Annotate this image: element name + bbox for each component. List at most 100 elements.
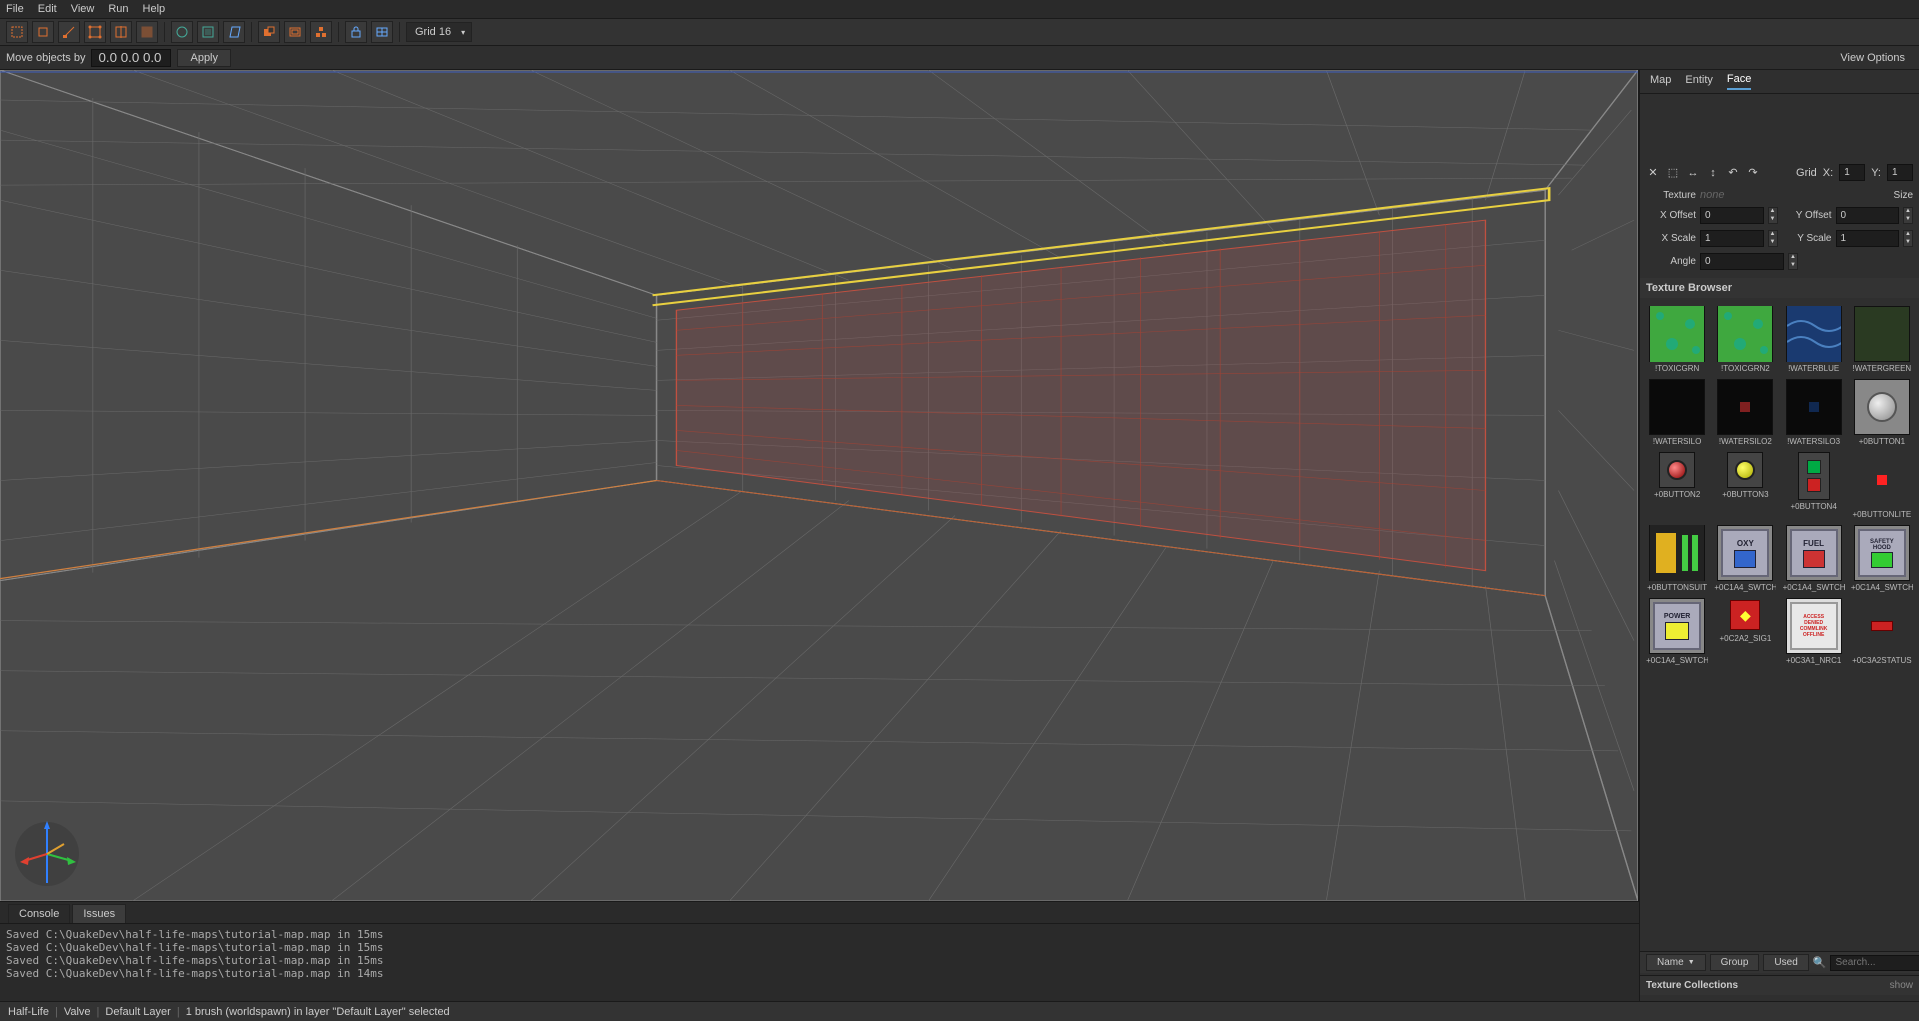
texture-swatch [1798, 452, 1830, 500]
texture-item[interactable]: !WATERSILO2 [1714, 379, 1776, 446]
tool-csg-hollow[interactable] [284, 21, 306, 43]
texture-item[interactable]: +0C3A2STATUS [1851, 598, 1913, 665]
texture-label: +0C1A4_SWTCH4 [1851, 583, 1913, 592]
reset-uv-icon[interactable]: ✕ [1646, 166, 1660, 180]
texture-search-input[interactable] [1830, 955, 1919, 971]
texture-item[interactable]: +0BUTTON1 [1851, 379, 1913, 446]
tool-vertex[interactable] [84, 21, 106, 43]
tool-texture-lock[interactable] [345, 21, 367, 43]
grid-x-label: X: [1823, 167, 1833, 179]
texture-item[interactable]: !WATERSILO [1646, 379, 1708, 446]
tool-scale[interactable] [197, 21, 219, 43]
tab-issues[interactable]: Issues [72, 904, 126, 923]
tool-csg-intersect[interactable] [310, 21, 332, 43]
texture-label: +0BUTTON4 [1790, 502, 1836, 511]
yoffset-spinner[interactable]: ▲▼ [1903, 207, 1913, 224]
sort-used-button[interactable]: Used [1763, 954, 1808, 971]
yoffset-label: Y Offset [1782, 210, 1832, 221]
texture-item[interactable]: !WATERSILO3 [1783, 379, 1845, 446]
axis-gizmo[interactable] [12, 819, 82, 889]
texture-item[interactable]: +0BUTTON4 [1783, 452, 1845, 519]
tool-shear[interactable] [223, 21, 245, 43]
yscale-spinner[interactable]: ▲▼ [1903, 230, 1913, 247]
sort-name-button[interactable]: Name▼ [1646, 954, 1706, 971]
apply-button[interactable]: Apply [177, 49, 231, 67]
tool-rotate[interactable] [171, 21, 193, 43]
texture-item[interactable]: +0BUTTONSUIT [1646, 525, 1708, 592]
texture-item[interactable]: !TOXICGRN2 [1714, 306, 1776, 373]
menu-view[interactable]: View [71, 3, 95, 15]
tool-face[interactable] [136, 21, 158, 43]
status-bar: Half-Life| Valve| Default Layer| 1 brush… [0, 1001, 1919, 1021]
grid-size-dropdown[interactable]: Grid 16 [406, 22, 472, 42]
menu-edit[interactable]: Edit [38, 3, 57, 15]
fit-v-icon[interactable]: ↕ [1706, 166, 1720, 180]
tool-clip[interactable] [58, 21, 80, 43]
yoffset-input[interactable] [1836, 207, 1900, 224]
console-panel: Console Issues Saved C:\QuakeDev\half-li… [0, 901, 1639, 1001]
angle-input[interactable] [1700, 253, 1784, 270]
sub-toolbar: Move objects by Apply View Options [0, 46, 1919, 70]
texture-collections-header[interactable]: Texture Collectionsshow [1640, 975, 1919, 995]
xscale-spinner[interactable]: ▲▼ [1768, 230, 1778, 247]
texture-label: !WATERSILO3 [1787, 437, 1840, 446]
texture-label: Texture [1646, 190, 1696, 201]
texture-item[interactable]: +0BUTTONLITE [1851, 452, 1913, 519]
angle-spinner[interactable]: ▲▼ [1788, 253, 1798, 270]
tab-face[interactable]: Face [1727, 73, 1751, 90]
texture-item[interactable]: !WATERGREEN [1851, 306, 1913, 373]
move-objects-input[interactable] [91, 49, 171, 67]
texture-item[interactable]: POWER+0C1A4_SWTCH5 [1646, 598, 1708, 665]
xscale-input[interactable] [1700, 230, 1764, 247]
align-icon[interactable]: ⬚ [1666, 166, 1680, 180]
tool-uv-lock[interactable] [371, 21, 393, 43]
texture-swatch [1727, 452, 1763, 488]
texture-item[interactable]: ACCESSDENIEDCOMMLINKOFFLINE+0C3A1_NRC1 [1783, 598, 1845, 665]
texture-item[interactable]: +0BUTTON3 [1714, 452, 1776, 519]
console-output[interactable]: Saved C:\QuakeDev\half-life-maps\tutoria… [0, 924, 1639, 1001]
texture-label: +0BUTTON2 [1654, 490, 1700, 499]
menu-run[interactable]: Run [108, 3, 128, 15]
view-options-button[interactable]: View Options [1840, 52, 1905, 64]
tab-map[interactable]: Map [1650, 74, 1671, 89]
texture-swatch: FUEL [1786, 525, 1842, 581]
grid-y-input[interactable] [1887, 164, 1913, 181]
tool-brush[interactable] [32, 21, 54, 43]
inspector-tabs: Map Entity Face [1640, 70, 1919, 94]
3d-viewport[interactable] [0, 70, 1639, 901]
texture-swatch: OXY [1717, 525, 1773, 581]
rotate-cw-icon[interactable]: ↷ [1746, 166, 1760, 180]
menu-file[interactable]: File [6, 3, 24, 15]
tool-edge[interactable] [110, 21, 132, 43]
texture-item[interactable]: !TOXICGRN [1646, 306, 1708, 373]
grid-y-label: Y: [1871, 167, 1881, 179]
tab-console[interactable]: Console [8, 904, 70, 923]
texture-item[interactable]: +0BUTTON2 [1646, 452, 1708, 519]
texture-item[interactable]: FUEL +0C1A4_SWTCH3 [1783, 525, 1845, 592]
texture-label: +0C1A4_SWTCH3 [1783, 583, 1845, 592]
texture-item[interactable]: ◆+0C2A2_SIG1 [1714, 598, 1776, 665]
fit-h-icon[interactable]: ↔ [1686, 166, 1700, 180]
texture-item[interactable]: SAFETYHOOD+0C1A4_SWTCH4 [1851, 525, 1913, 592]
texture-item[interactable]: OXY+0C1A4_SWTCH2 [1714, 525, 1776, 592]
rotate-ccw-icon[interactable]: ↶ [1726, 166, 1740, 180]
menu-help[interactable]: Help [143, 3, 166, 15]
xoffset-spinner[interactable]: ▲▼ [1768, 207, 1778, 224]
texture-swatch [1717, 379, 1773, 435]
tool-csg-subtract[interactable] [258, 21, 280, 43]
grid-label: Grid [1796, 167, 1817, 179]
tool-select[interactable] [6, 21, 28, 43]
xoffset-input[interactable] [1700, 207, 1764, 224]
tab-entity[interactable]: Entity [1685, 74, 1713, 89]
texture-label: !TOXICGRN [1655, 364, 1699, 373]
sort-group-button[interactable]: Group [1710, 954, 1760, 971]
texture-item[interactable]: !WATERBLUE [1783, 306, 1845, 373]
grid-x-input[interactable] [1839, 164, 1865, 181]
texture-label: +0BUTTON3 [1722, 490, 1768, 499]
menu-bar: File Edit View Run Help [0, 0, 1919, 18]
move-objects-label: Move objects by [6, 52, 85, 64]
yscale-input[interactable] [1836, 230, 1900, 247]
texture-swatch [1786, 379, 1842, 435]
texture-label: +0C3A1_NRC1 [1786, 656, 1841, 665]
texture-grid[interactable]: !TOXICGRN !TOXICGRN2!WATERBLUE!WATERGREEN… [1646, 302, 1913, 949]
